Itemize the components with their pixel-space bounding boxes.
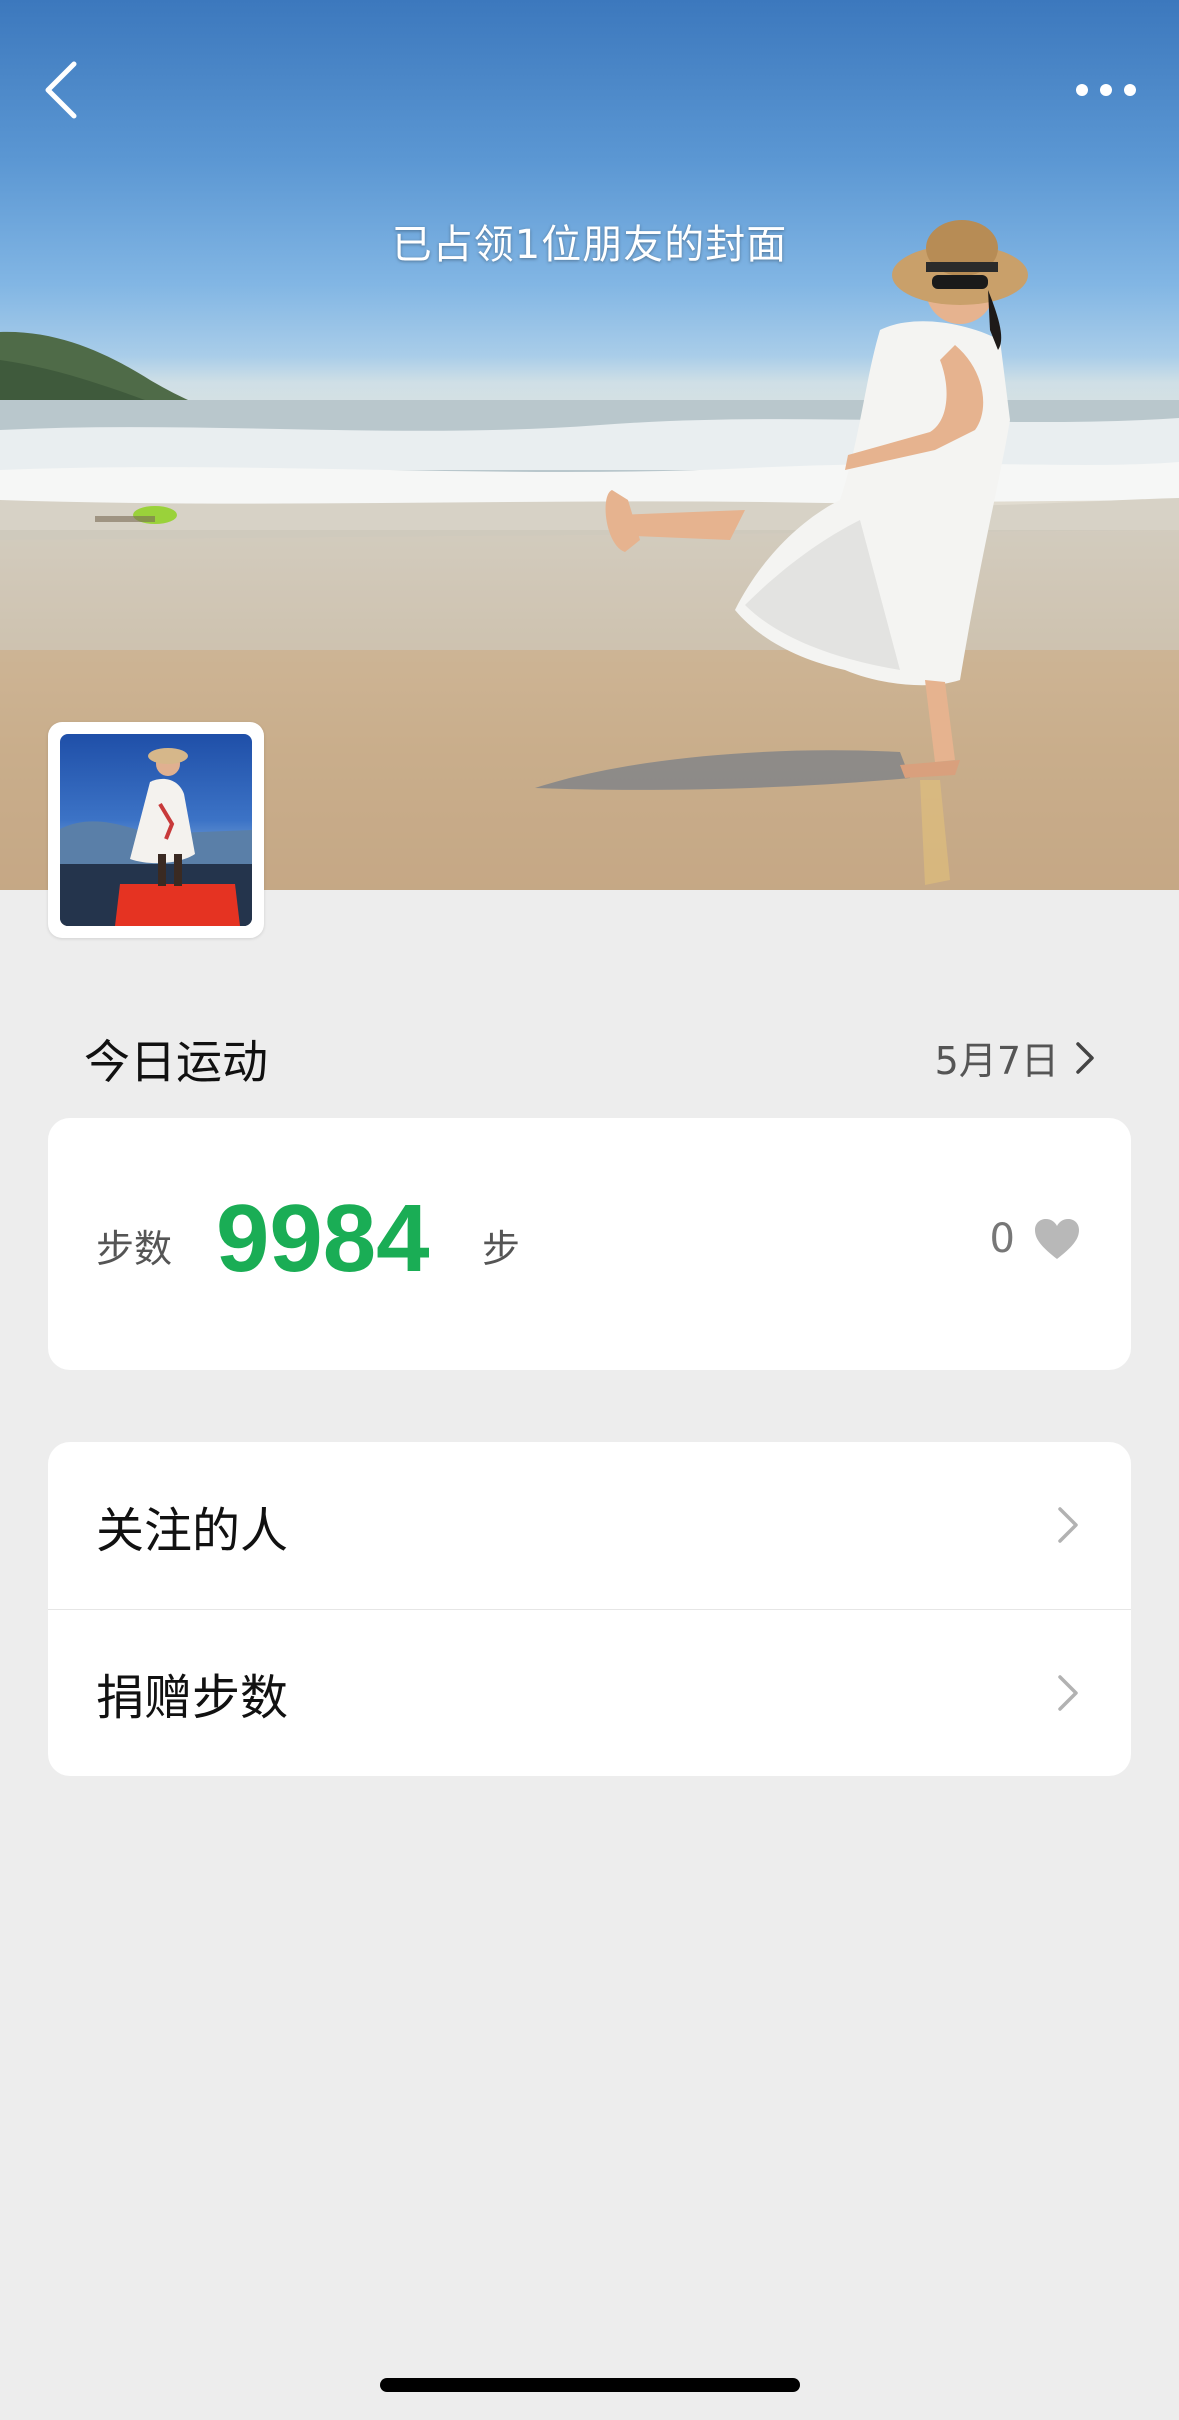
chevron-right-icon [1058,1675,1078,1711]
more-options-button[interactable] [1073,72,1139,108]
like-count: 0 [989,1216,1015,1262]
cover-caption: 已占领1位朋友的封面 [391,222,788,268]
chevron-right-icon [1058,1507,1078,1543]
date-label: 5月7日 [934,1039,1059,1083]
back-button[interactable] [40,58,96,122]
menu-item-label: 关注的人 [96,1502,289,1559]
menu-item-donate-steps[interactable]: 捐赠步数 [48,1609,1131,1776]
chevron-right-icon [1076,1041,1094,1074]
menu-item-following[interactable]: 关注的人 [48,1442,1131,1609]
steps-label: 步数 [96,1227,173,1271]
date-selector[interactable]: 5月7日 [935,1030,1095,1085]
today-header: 今日运动 5月7日 [84,1020,1095,1089]
steps-count: 9984 [216,1185,430,1292]
avatar[interactable] [48,722,264,938]
avatar-image [60,734,252,926]
like-button[interactable]: 0 [990,1216,1081,1262]
menu-item-label: 捐赠步数 [96,1670,289,1726]
more-dots-icon [1076,84,1136,96]
today-title: 今日运动 [84,1035,268,1089]
heart-icon [1035,1219,1079,1259]
steps-card: 步数 9984 步 0 [48,1118,1131,1370]
home-indicator[interactable] [380,2378,800,2392]
menu-card: 关注的人 捐赠步数 [48,1442,1131,1776]
steps-unit: 步 [482,1227,521,1271]
back-chevron-icon [45,61,77,119]
